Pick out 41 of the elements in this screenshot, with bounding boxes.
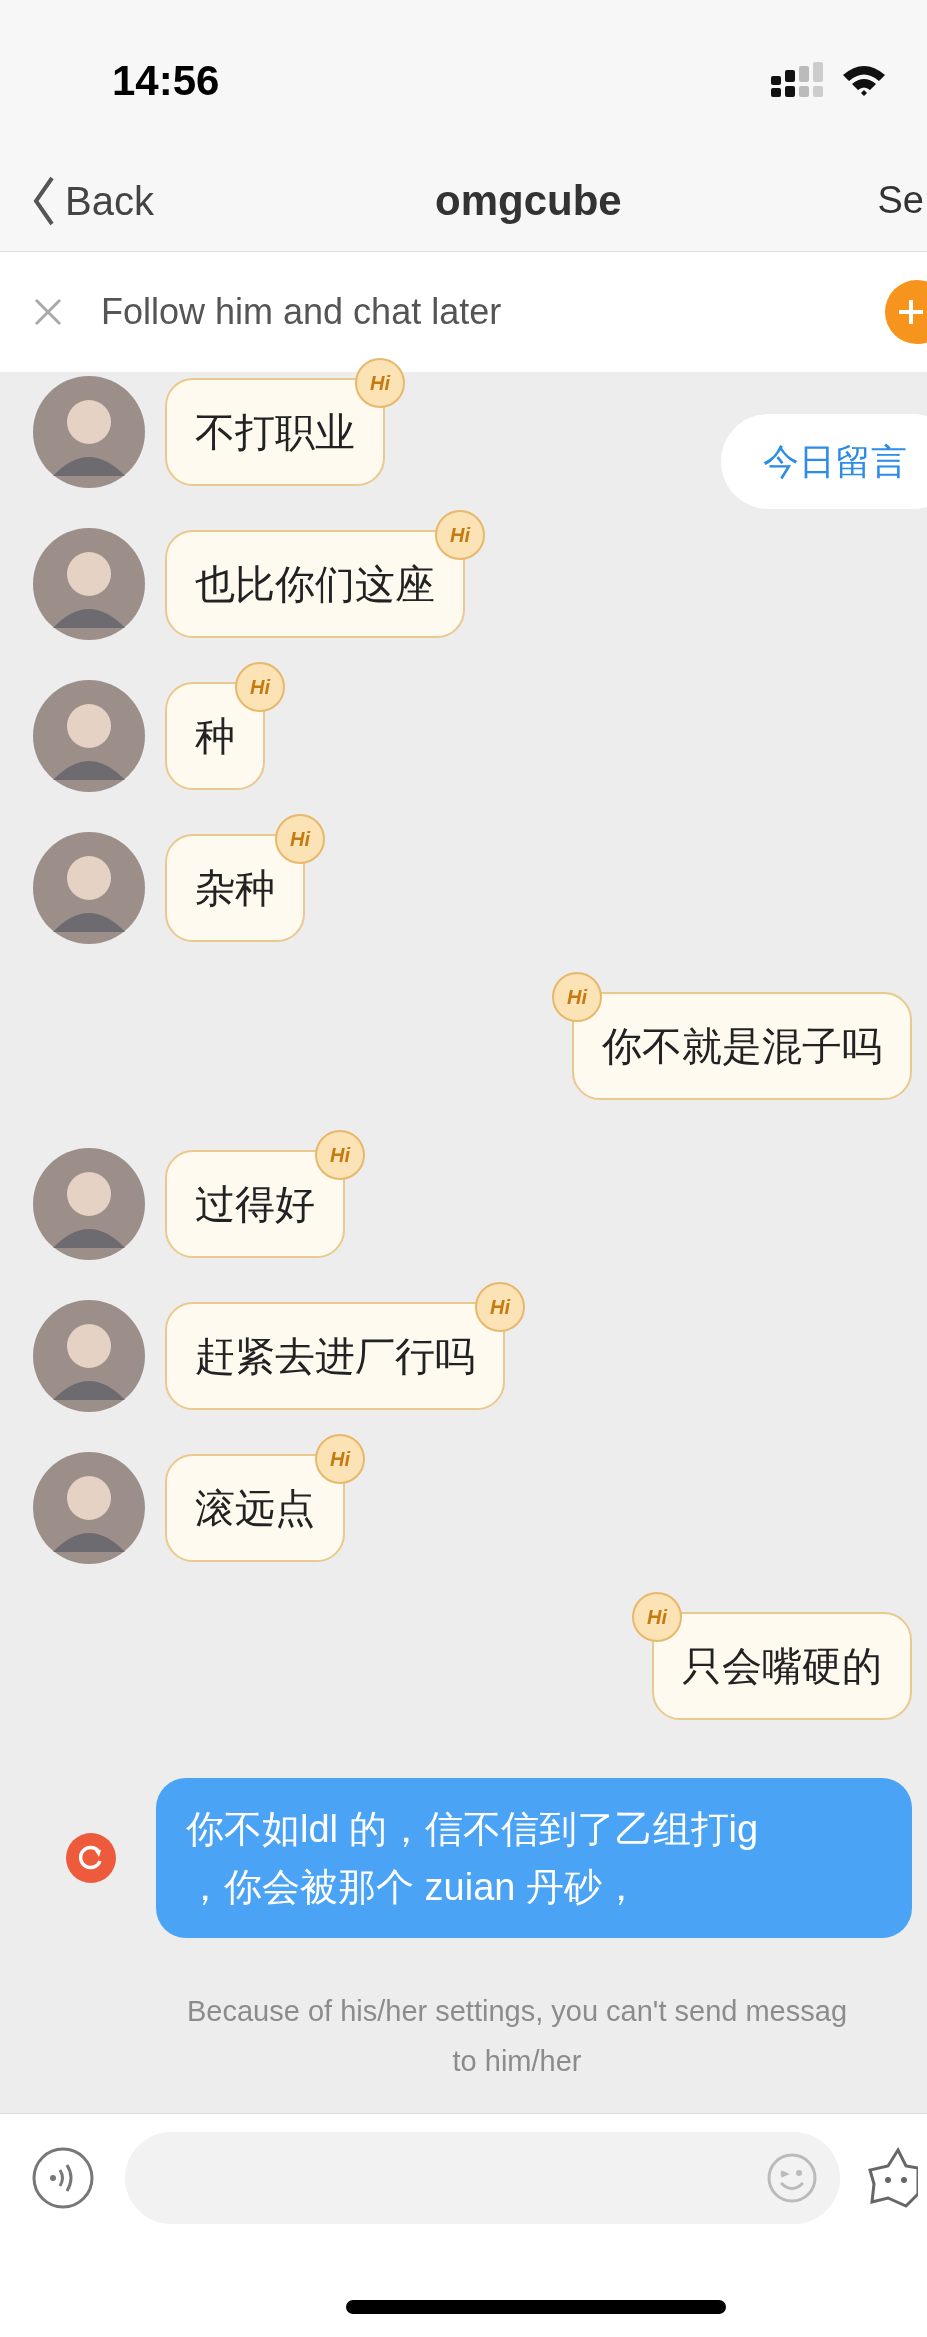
message-text: 也比你们这座 xyxy=(195,561,435,608)
retry-icon[interactable] xyxy=(66,1833,116,1883)
message-text: 只会嘴硬的 xyxy=(682,1643,882,1690)
avatar[interactable] xyxy=(33,1148,145,1260)
follow-prompt: Follow him and chat later xyxy=(101,290,502,334)
message-text: 你不如ldl 的，信不信到了乙组打ig ，你会被那个 zuian 丹砂， xyxy=(186,1807,760,1910)
wifi-icon xyxy=(841,63,887,97)
avatar[interactable] xyxy=(33,528,145,640)
avatar[interactable] xyxy=(33,1452,145,1564)
close-icon[interactable] xyxy=(33,297,63,327)
signal-icon xyxy=(771,62,825,98)
hi-badge: Hi xyxy=(632,1592,682,1642)
avatar[interactable] xyxy=(33,680,145,792)
message-text: 种 xyxy=(195,713,235,760)
message-text: 过得好 xyxy=(195,1181,315,1228)
back-button[interactable]: Back xyxy=(33,170,154,231)
plus-icon xyxy=(897,298,925,326)
hi-badge: Hi xyxy=(355,358,405,408)
avatar[interactable] xyxy=(33,832,145,944)
avatar[interactable] xyxy=(33,376,145,488)
message-text: 你不就是混子吗 xyxy=(602,1023,882,1070)
voice-icon[interactable] xyxy=(31,2146,95,2210)
status-time: 14:56 xyxy=(112,55,220,106)
avatar[interactable] xyxy=(33,1300,145,1412)
chat-title: omgcube xyxy=(435,176,622,226)
message-text: 滚远点 xyxy=(195,1485,315,1532)
hi-badge: Hi xyxy=(435,510,485,560)
blocked-notice: Because of his/her settings, you can't send messag to him/her xyxy=(186,1994,848,2079)
chevron-left-icon xyxy=(33,174,55,227)
hi-badge: Hi xyxy=(552,972,602,1022)
hi-badge: Hi xyxy=(315,1130,365,1180)
hi-badge: Hi xyxy=(475,1282,525,1332)
hi-badge: Hi xyxy=(315,1434,365,1484)
message-text: 赶紧去进厂行吗 xyxy=(195,1333,475,1380)
star-face-icon[interactable] xyxy=(868,2146,918,2210)
message-text: 杂种 xyxy=(195,865,275,912)
hi-badge: Hi xyxy=(275,814,325,864)
message-text: 不打职业 xyxy=(195,409,355,456)
message-pill[interactable]: 今日留言 xyxy=(721,414,927,509)
hi-badge: Hi xyxy=(235,662,285,712)
settings-link[interactable]: Se xyxy=(877,172,924,229)
